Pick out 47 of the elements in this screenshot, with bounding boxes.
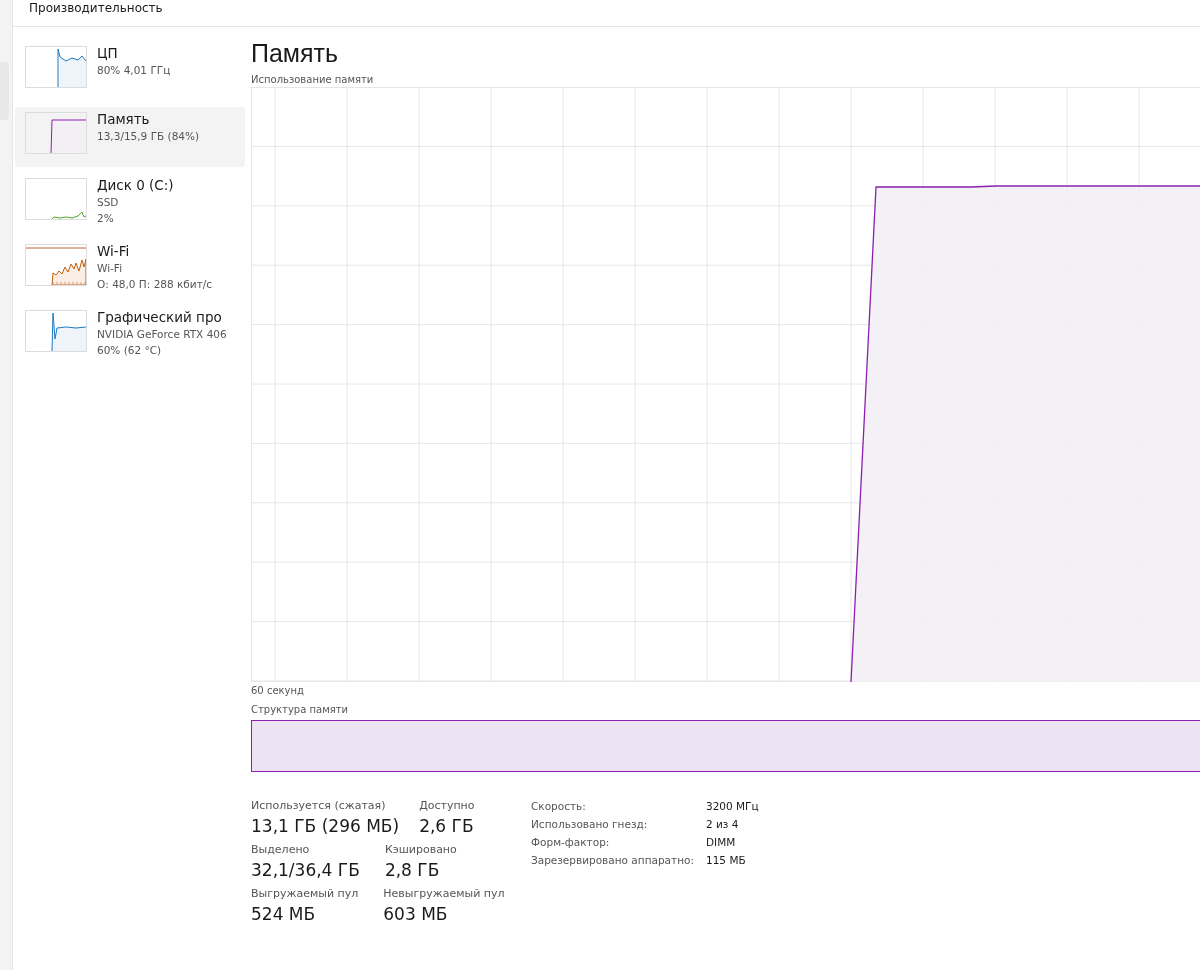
detail-value: DIMM xyxy=(706,835,737,850)
memory-sparkline-drawing xyxy=(50,119,87,154)
page-title: Производительность xyxy=(29,1,163,15)
item-detail: 2% xyxy=(97,211,114,226)
sidebar-item[interactable]: Графический про NVIDIA GeForce RTX 406 60% (62 °C) xyxy=(15,305,245,365)
sidebar-item[interactable]: Диск 0 (C:) SSD 2% xyxy=(15,173,245,233)
disk-sparkline-drawing xyxy=(51,211,87,220)
detail-label: Форм-фактор: xyxy=(531,835,611,850)
graph-label: Использование памяти xyxy=(251,73,375,87)
sidebar-item[interactable]: Wi-Fi Wi-Fi О: 48,0 П: 288 кбит/с xyxy=(15,239,245,299)
detail-label: Использовано гнезд: xyxy=(531,817,649,832)
detail-label: Зарезервировано аппаратно: xyxy=(531,853,695,868)
stat-label: Невыгружаемый пул xyxy=(383,886,505,902)
stat-label: Используется (сжатая) xyxy=(251,798,387,814)
detail-label: Скорость: xyxy=(531,799,587,814)
section-title: Память xyxy=(251,38,340,69)
stat-value: 524 МБ xyxy=(251,903,317,926)
item-name: Графический про xyxy=(97,308,222,326)
stat-label: Кэшировано xyxy=(384,842,457,858)
stat-value: 2,6 ГБ xyxy=(419,815,475,838)
sidebar-item[interactable]: ЦП 80% 4,01 ГГц xyxy=(15,41,245,101)
stat-value: 603 МБ xyxy=(383,903,449,926)
sidebar-item[interactable]: Память 13,3/15,9 ГБ (84%) xyxy=(15,107,245,167)
item-name: Память xyxy=(97,110,150,128)
item-detail: 60% (62 °C) xyxy=(97,343,162,358)
item-name: Диск 0 (C:) xyxy=(97,176,174,194)
item-name: Wi-Fi xyxy=(97,242,130,260)
stat-value: 13,1 ГБ (296 МБ) xyxy=(251,815,400,838)
composition-label: Структура памяти xyxy=(251,703,350,717)
stat-value: 32,1/36,4 ГБ xyxy=(251,859,360,882)
detail-value: 3200 МГц xyxy=(706,799,759,814)
item-detail: 13,3/15,9 ГБ (84%) xyxy=(97,129,200,144)
detail-value: 2 из 4 xyxy=(706,817,740,832)
stat-label: Выгружаемый пул xyxy=(251,886,359,902)
item-detail: О: 48,0 П: 288 кбит/с xyxy=(97,277,213,292)
item-detail: 80% 4,01 ГГц xyxy=(97,63,171,78)
item-detail: Wi-Fi xyxy=(97,261,123,276)
item-name: ЦП xyxy=(97,44,118,62)
cpu-sparkline-drawing xyxy=(57,48,87,88)
stat-label: Доступно xyxy=(419,798,475,814)
gpu-sparkline-drawing xyxy=(51,312,87,352)
item-detail: SSD xyxy=(97,195,119,210)
time-span-label: 60 секунд xyxy=(251,684,305,698)
stat-value: 2,8 ГБ xyxy=(384,859,441,882)
detail-value: 115 МБ xyxy=(706,853,747,868)
stat-label: Выделено xyxy=(251,842,311,858)
item-detail: NVIDIA GeForce RTX 406 xyxy=(97,327,227,342)
